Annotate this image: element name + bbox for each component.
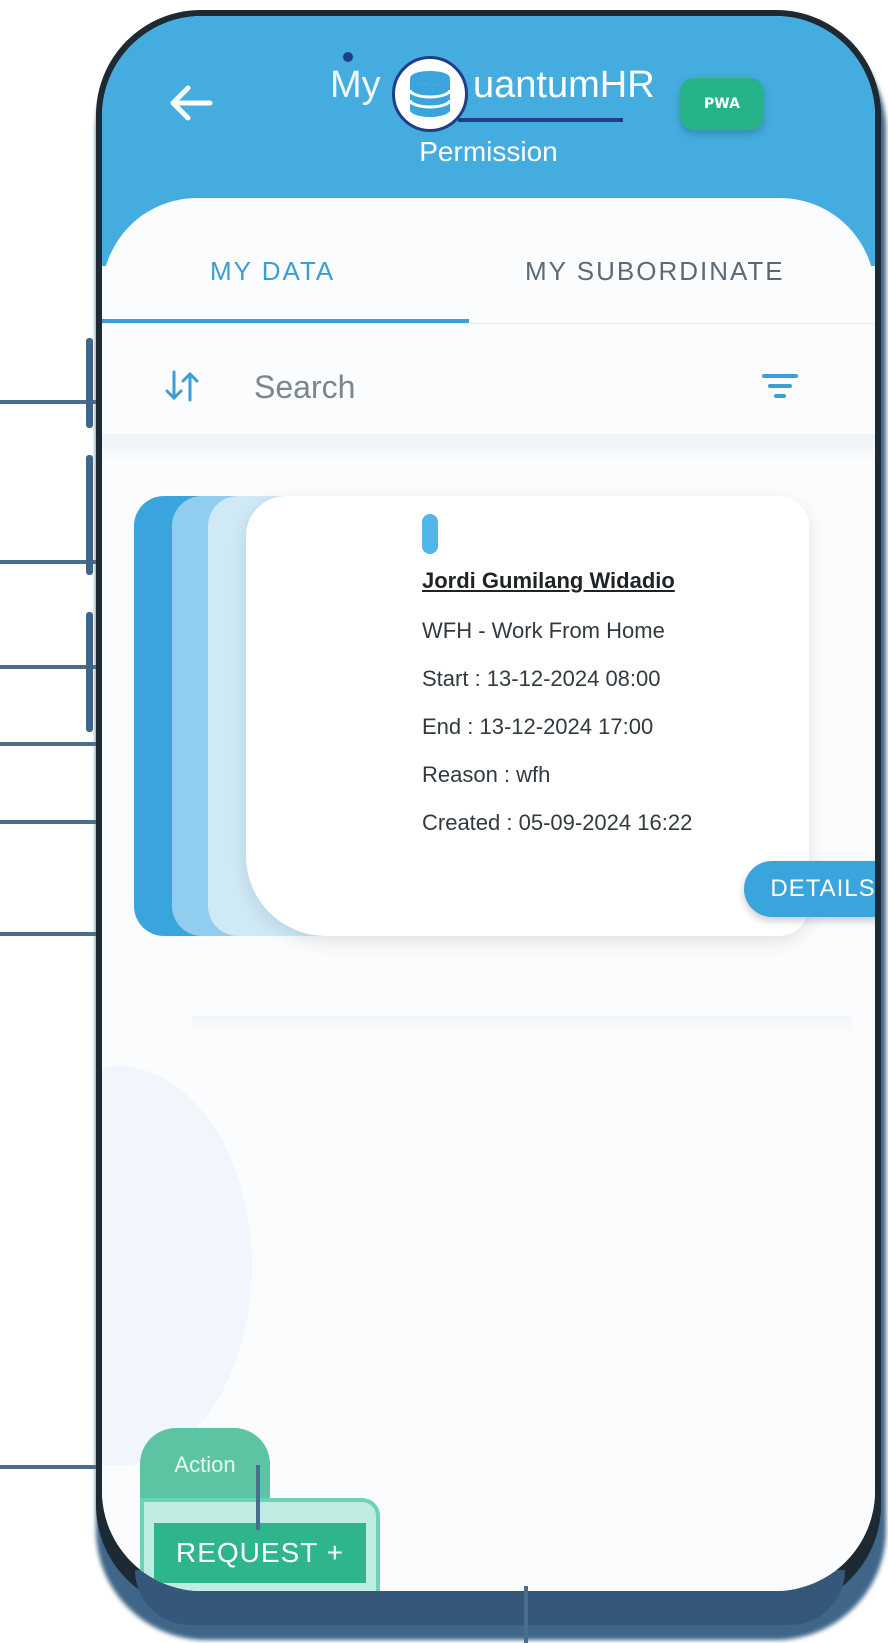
arrow-left-icon[interactable] — [164, 76, 218, 130]
created-date: Created : 05-09-2024 16:22 — [422, 810, 693, 835]
app-logo: My uantumHR — [330, 50, 710, 132]
filter-icon[interactable] — [760, 368, 800, 404]
search-bar — [102, 336, 875, 446]
card-body: Jordi Gumilang Widadio WFH - Work From H… — [246, 496, 875, 936]
page-title: Permission — [419, 136, 558, 167]
status-indicator — [422, 514, 438, 554]
logo-text: uantumHR — [473, 64, 655, 106]
tab-divider — [102, 323, 875, 324]
employee-name[interactable]: Jordi Gumilang Widadio — [422, 568, 675, 594]
side-button-volume-down — [86, 612, 93, 732]
annotation-line-action-vertical — [256, 1465, 260, 1530]
card-shadow — [192, 1016, 852, 1036]
tab-my-subordinate[interactable]: MY SUBORDINATE — [525, 256, 785, 287]
searchbar-shadow — [102, 434, 875, 464]
tab-my-data[interactable]: MY DATA — [210, 256, 335, 287]
tab-bar: MY DATA MY SUBORDINATE — [102, 216, 875, 326]
pwa-badge: PWA — [680, 78, 764, 130]
details-button[interactable]: DETAILS — [744, 861, 875, 917]
side-button-action — [86, 338, 93, 428]
sort-icon[interactable] — [162, 366, 202, 406]
side-button-volume-up — [86, 455, 93, 575]
logo-underline — [458, 118, 623, 122]
logo-prefix: My — [330, 64, 381, 106]
request-button[interactable]: REQUEST + — [154, 1523, 366, 1583]
reason: Reason : wfh — [422, 762, 551, 787]
end-date: End : 13-12-2024 17:00 — [422, 714, 654, 739]
permission-type: WFH - Work From Home — [422, 618, 665, 643]
phone-screen: My uantumHR PWA Permission MY DATA MY SU… — [102, 16, 875, 1591]
permission-card: Jordi Gumilang Widadio WFH - Work From H… — [134, 496, 875, 956]
start-date: Start : 13-12-2024 08:00 — [422, 666, 661, 691]
search-input[interactable] — [252, 356, 716, 418]
annotation-line-bottom — [524, 1586, 528, 1643]
logo-dot — [343, 52, 353, 62]
database-icon — [392, 56, 468, 132]
